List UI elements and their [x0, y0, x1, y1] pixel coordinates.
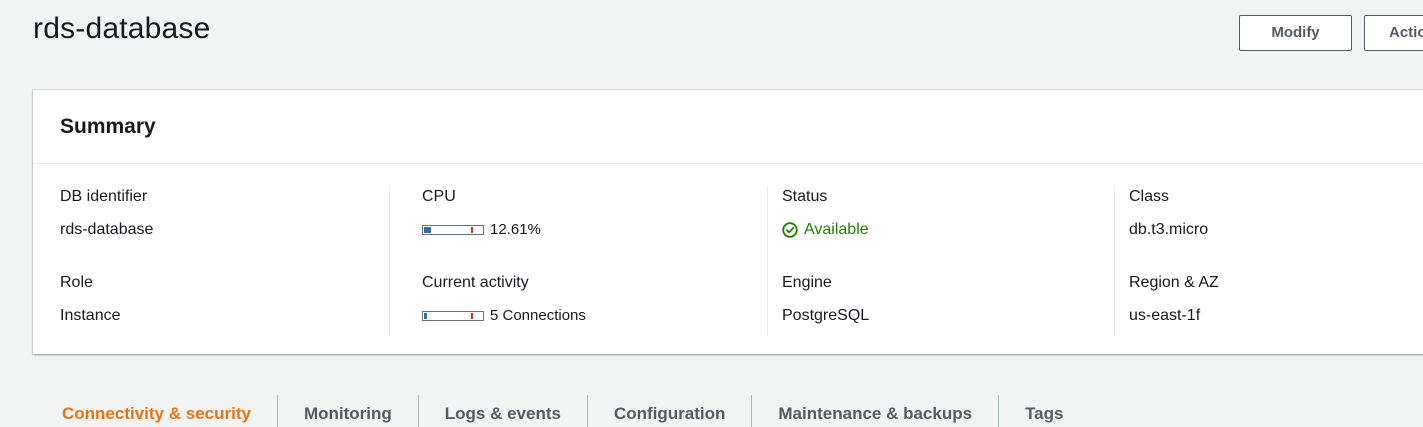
- db-identifier-label: DB identifier: [60, 188, 148, 205]
- cpu-meter-row: 12.61%: [422, 219, 767, 241]
- activity-meter-fill: [424, 313, 427, 319]
- tab-maintenance-backups[interactable]: Maintenance & backups: [752, 393, 998, 427]
- activity-meter-row: 5 Connections: [422, 305, 767, 327]
- db-identifier-value: rds-database: [60, 221, 154, 238]
- modify-button[interactable]: Modify: [1239, 15, 1352, 51]
- class-value: db.t3.micro: [1129, 221, 1209, 238]
- region-az-value: us-east-1f: [1129, 307, 1201, 324]
- cpu-value: 12.61%: [490, 221, 541, 238]
- cpu-meter: [422, 225, 484, 235]
- role-value: Instance: [60, 307, 121, 324]
- rds-database-detail-page: rds-database Modify Actions Summary DB i…: [0, 0, 1423, 427]
- check-circle-icon: [782, 222, 798, 238]
- current-activity-value: 5 Connections: [490, 307, 586, 324]
- detail-tabs: Connectivity & security Monitoring Logs …: [33, 393, 1089, 427]
- page-title: rds-database: [33, 12, 211, 45]
- cpu-meter-fill: [424, 227, 431, 233]
- status-value-row: Available: [782, 219, 1128, 241]
- summary-column-identity: DB identifier rds-database Role Instance: [60, 186, 400, 336]
- role-label: Role: [60, 274, 93, 291]
- region-az-label: Region & AZ: [1129, 274, 1219, 291]
- actions-button[interactable]: Actions: [1364, 15, 1423, 51]
- summary-header: Summary: [33, 90, 1423, 164]
- summary-column-status: Status Available Engine PostgreSQL: [767, 186, 1128, 336]
- status-field: Status Available: [782, 186, 1128, 272]
- class-label: Class: [1129, 188, 1170, 205]
- tab-configuration[interactable]: Configuration: [588, 393, 751, 427]
- tab-tags[interactable]: Tags: [999, 393, 1089, 427]
- cpu-meter-threshold: [471, 227, 473, 233]
- current-activity-field: Current activity 5 Connections: [422, 272, 767, 358]
- tab-monitoring[interactable]: Monitoring: [278, 393, 418, 427]
- activity-meter: [422, 311, 484, 321]
- class-field: Class db.t3.micro: [1129, 186, 1423, 272]
- cpu-field: CPU 12.61%: [422, 186, 767, 272]
- region-az-field: Region & AZ us-east-1f: [1129, 272, 1423, 358]
- summary-column-placement: Class db.t3.micro Region & AZ us-east-1f: [1114, 186, 1423, 336]
- db-identifier-field: DB identifier rds-database: [60, 186, 400, 272]
- summary-title: Summary: [60, 114, 156, 138]
- engine-field: Engine PostgreSQL: [782, 272, 1128, 358]
- activity-meter-threshold: [471, 313, 473, 319]
- engine-value: PostgreSQL: [782, 307, 870, 324]
- summary-panel: Summary DB identifier rds-database Role …: [33, 90, 1423, 354]
- status-label: Status: [782, 188, 828, 205]
- role-field: Role Instance: [60, 272, 400, 358]
- status-value: Available: [804, 221, 869, 238]
- tab-logs-events[interactable]: Logs & events: [419, 393, 587, 427]
- tab-connectivity-security[interactable]: Connectivity & security: [33, 393, 277, 427]
- cpu-label: CPU: [422, 188, 456, 205]
- engine-label: Engine: [782, 274, 832, 291]
- summary-column-metrics: CPU 12.61% Current activity 5 Connection…: [389, 186, 767, 336]
- current-activity-label: Current activity: [422, 274, 529, 291]
